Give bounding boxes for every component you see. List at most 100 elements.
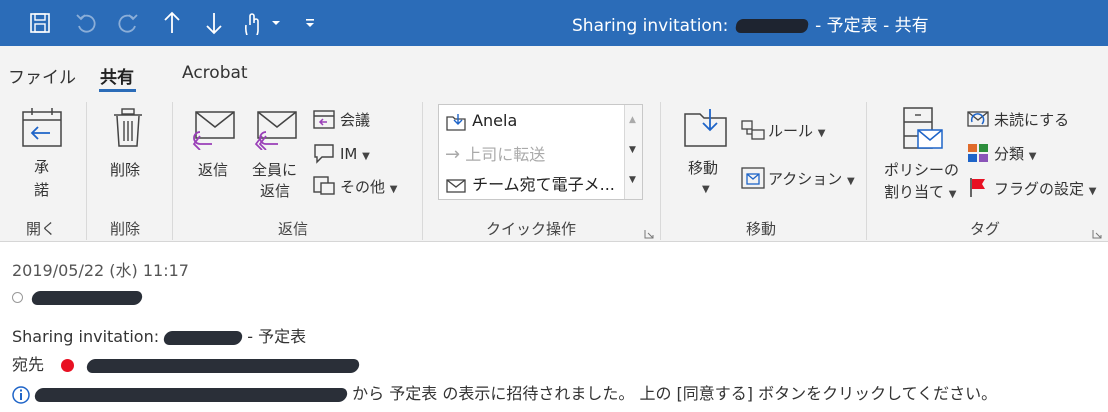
- quick-step-label: Anela: [472, 111, 518, 130]
- im-icon[interactable]: [312, 142, 336, 168]
- scroll-up-icon[interactable]: ▲: [629, 115, 636, 125]
- dialog-launcher-icon[interactable]: [1092, 224, 1102, 239]
- group-open-label: 開く: [26, 220, 57, 238]
- move-to-folder-icon: [446, 113, 466, 131]
- reply-all-icon[interactable]: [252, 110, 300, 154]
- dropdown-arrow-icon: ▼: [1028, 151, 1037, 162]
- mail-icon: [446, 178, 466, 193]
- presence-busy-icon: [61, 359, 75, 372]
- move-icon[interactable]: [682, 106, 730, 154]
- tab-file[interactable]: ファイル: [8, 63, 76, 88]
- previous-item-icon[interactable]: [158, 9, 186, 37]
- subject-prefix: Sharing invitation:: [12, 327, 165, 346]
- reply-icon[interactable]: [190, 110, 238, 154]
- info-text: 予定表 の表示に招待されました。 上の [同意する] ボタンをクリックしてくださ…: [389, 384, 998, 403]
- redo-icon[interactable]: [114, 9, 142, 37]
- delete-label[interactable]: 削除: [110, 161, 140, 179]
- group-separator: [86, 102, 87, 240]
- message-date: 2019/05/22 (水) 11:17: [12, 261, 189, 280]
- redacted-name: [734, 19, 809, 33]
- save-icon[interactable]: [26, 9, 54, 37]
- categorize-label: 分類: [994, 145, 1025, 163]
- customize-toolbar-icon[interactable]: [300, 9, 320, 37]
- im-label: IM: [340, 145, 358, 163]
- ribbon-tabs: ファイル 共有 Acrobat: [0, 46, 1108, 94]
- flag-icon[interactable]: [966, 176, 990, 202]
- recipient-row: 宛先: [12, 351, 361, 375]
- reply-all-label-2[interactable]: 返信: [260, 182, 290, 200]
- info-mid: から: [347, 384, 390, 403]
- actions-icon[interactable]: [740, 166, 766, 194]
- redacted-name: [162, 330, 244, 345]
- rules-button[interactable]: ルール ▼: [768, 122, 826, 143]
- redacted-recipient[interactable]: [85, 358, 361, 373]
- quick-step-label: 上司に転送: [465, 145, 546, 164]
- assign-policy-label-2: 割り当て: [884, 183, 945, 201]
- subject-suffix: - 予定表: [242, 327, 307, 346]
- rules-icon[interactable]: [740, 118, 766, 146]
- reply-label[interactable]: 返信: [198, 161, 228, 179]
- dialog-launcher-icon[interactable]: [644, 224, 654, 239]
- title-bar: Sharing invitation: - 予定表 - 共有: [0, 0, 1108, 46]
- quick-step-item[interactable]: → 上司に転送: [445, 141, 545, 165]
- tab-share[interactable]: 共有: [100, 63, 134, 88]
- meeting-label[interactable]: 会議: [340, 111, 370, 129]
- group-tags-label: タグ: [970, 220, 1001, 238]
- message-subject: Sharing invitation: - 予定表: [12, 323, 306, 347]
- message-header: 2019/05/22 (水) 11:17 Sharing invitation:…: [0, 243, 1108, 412]
- assign-policy-label-1[interactable]: ポリシーの: [884, 161, 959, 179]
- scroll-down-icon[interactable]: ▼: [629, 145, 636, 155]
- quick-step-item[interactable]: チーム宛て電子メ...: [445, 171, 615, 195]
- quick-steps-gallery: Anela → 上司に転送 チーム宛て電子メ... ▲ ▼ ▼: [438, 104, 643, 200]
- categorize-button[interactable]: 分類 ▼: [994, 145, 1037, 166]
- meeting-icon[interactable]: [312, 108, 336, 134]
- more-respond-label: その他: [340, 178, 386, 196]
- group-delete-label: 削除: [110, 220, 141, 238]
- reply-all-label-1[interactable]: 全員に: [252, 161, 297, 179]
- actions-button[interactable]: アクション ▼: [768, 170, 855, 191]
- dropdown-arrow-icon: ▼: [948, 189, 957, 200]
- group-quick-steps-label: クイック操作: [486, 220, 577, 238]
- redacted-email: [33, 387, 349, 402]
- move-label[interactable]: 移動: [688, 159, 718, 177]
- mark-unread-icon[interactable]: [966, 108, 990, 134]
- group-respond-label: 返信: [278, 220, 309, 238]
- assign-policy-button[interactable]: 割り当て ▼: [884, 183, 957, 204]
- follow-up-label: フラグの設定: [994, 180, 1085, 198]
- accept-label-2[interactable]: 諾: [34, 181, 49, 199]
- follow-up-button[interactable]: フラグの設定 ▼: [994, 180, 1097, 201]
- actions-label: アクション: [768, 170, 843, 188]
- accept-icon[interactable]: [20, 106, 64, 154]
- gallery-expand-icon[interactable]: ▼: [629, 175, 636, 185]
- dropdown-arrow-icon: ▼: [847, 176, 855, 187]
- group-separator: [422, 102, 423, 240]
- categorize-icon[interactable]: [966, 142, 990, 168]
- dropdown-arrow-icon: ▼: [389, 184, 398, 195]
- quick-step-item[interactable]: Anela: [445, 111, 517, 132]
- tab-acrobat[interactable]: Acrobat: [182, 63, 248, 83]
- window-title-suffix: - 予定表 - 共有: [809, 16, 929, 36]
- gallery-scrollbar[interactable]: ▲ ▼ ▼: [624, 105, 642, 199]
- more-respond-icon[interactable]: [312, 174, 336, 200]
- undo-icon[interactable]: [72, 9, 100, 37]
- info-icon: [12, 385, 30, 404]
- window-title: Sharing invitation: - 予定表 - 共有: [572, 11, 929, 36]
- im-button[interactable]: IM ▼: [340, 145, 370, 166]
- touch-mode-icon[interactable]: [240, 9, 284, 37]
- dropdown-arrow-icon: ▼: [362, 151, 370, 162]
- group-move-label: 移動: [746, 220, 777, 238]
- dropdown-arrow-icon: ▼: [817, 128, 826, 139]
- dropdown-arrow-icon: ▼: [702, 184, 710, 195]
- more-respond-button[interactable]: その他 ▼: [340, 178, 398, 199]
- to-label: 宛先: [12, 355, 45, 374]
- forward-arrow-icon: →: [445, 144, 461, 165]
- accept-label-1[interactable]: 承: [34, 158, 49, 176]
- delete-icon[interactable]: [110, 106, 146, 154]
- redacted-sender[interactable]: [30, 290, 144, 305]
- next-item-icon[interactable]: [200, 9, 228, 37]
- quick-step-label: チーム宛て電子メ...: [472, 175, 615, 194]
- mark-unread-label[interactable]: 未読にする: [994, 111, 1069, 129]
- window-title-prefix: Sharing invitation:: [572, 16, 734, 36]
- rules-label: ルール: [768, 122, 814, 140]
- assign-policy-icon[interactable]: [900, 106, 946, 156]
